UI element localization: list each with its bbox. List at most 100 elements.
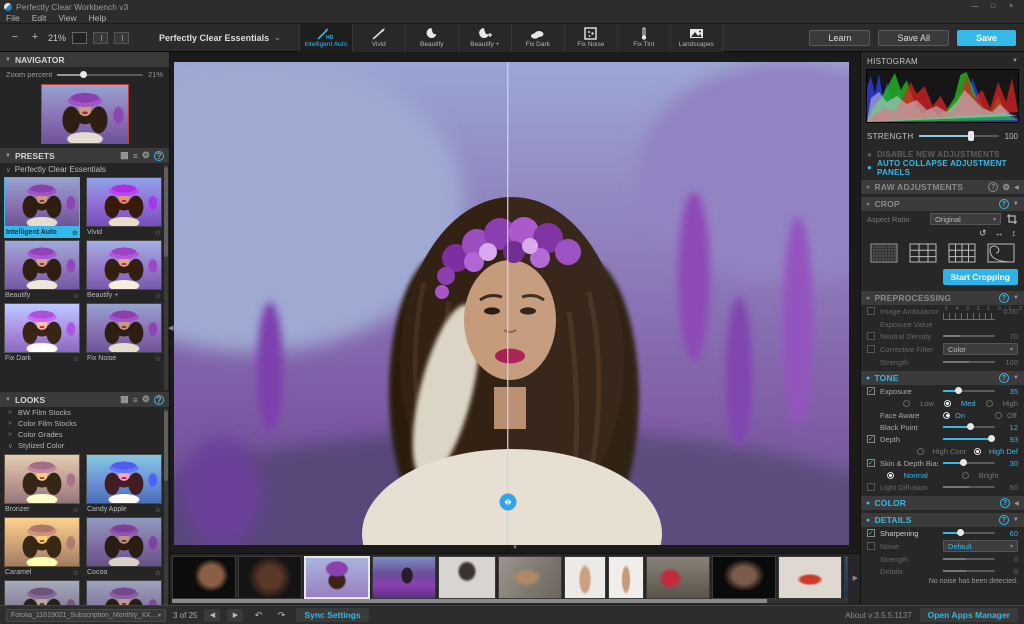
auto-collapse-panels[interactable]: AUTO COLLAPSE ADJUSTMENT PANELS: [877, 159, 1018, 177]
list-view-icon[interactable]: ≡: [133, 395, 138, 405]
undo-button[interactable]: ↶: [250, 609, 266, 622]
quick-preset-vivid[interactable]: Vivid: [352, 24, 405, 52]
menu-view[interactable]: View: [58, 13, 76, 23]
collapse-icon[interactable]: ▼: [1013, 201, 1019, 207]
collapse-icon[interactable]: ▼: [1012, 58, 1018, 64]
navigator-thumbnail[interactable]: [41, 84, 129, 144]
grid-overlay-spiral-button[interactable]: [986, 242, 1016, 264]
gear-icon[interactable]: ⚙: [142, 150, 150, 161]
light-diffusion-slider[interactable]: [943, 486, 995, 488]
preset-beautify-plus[interactable]: Beautify +☆: [86, 240, 162, 301]
help-icon[interactable]: ?: [999, 293, 1009, 303]
star-icon[interactable]: ☆: [73, 569, 79, 577]
photo-preview[interactable]: [174, 62, 849, 545]
filmstrip-scrollbar[interactable]: [172, 599, 848, 603]
aspect-ratio-dropdown[interactable]: Original ▾: [930, 213, 1001, 225]
star-icon[interactable]: ☆: [155, 506, 161, 514]
rotate-icon[interactable]: ↺: [979, 228, 987, 239]
start-cropping-button[interactable]: Start Cropping: [943, 269, 1019, 285]
menu-help[interactable]: Help: [89, 13, 106, 23]
exposure-low-radio[interactable]: [903, 400, 910, 407]
star-icon[interactable]: ☆: [155, 229, 161, 237]
close-button[interactable]: ×: [1002, 1, 1020, 12]
depth-checkbox[interactable]: ✓: [867, 435, 875, 443]
light-diffusion-checkbox[interactable]: [867, 483, 875, 491]
learn-button[interactable]: Learn: [809, 30, 870, 46]
filmstrip-thumbnail[interactable]: [608, 556, 644, 599]
open-apps-manager-button[interactable]: Open Apps Manager: [920, 608, 1018, 622]
color-header[interactable]: ● COLOR ? ◀: [861, 496, 1024, 510]
exposure-med-radio[interactable]: [944, 400, 951, 407]
view-sidebyside-button[interactable]: [114, 32, 129, 44]
bullet-icon[interactable]: ●: [867, 150, 872, 159]
star-icon[interactable]: ☆: [73, 355, 79, 363]
filmstrip-marker-icon[interactable]: ▼: [512, 545, 518, 551]
bright-radio[interactable]: [962, 472, 969, 479]
help-icon[interactable]: ?: [988, 182, 998, 192]
details-header[interactable]: ● DETAILS ? ▼: [861, 513, 1024, 527]
preset-fix-dark[interactable]: Fix Dark☆: [4, 303, 80, 364]
quick-preset-fix-dark[interactable]: Fix Dark: [511, 24, 564, 52]
look-bronzer[interactable]: Bronzer☆: [4, 454, 80, 515]
details-strength-slider[interactable]: [943, 558, 995, 560]
preprocessing-strength-slider[interactable]: [943, 361, 995, 363]
collapse-icon[interactable]: ▼: [1013, 295, 1019, 301]
skin-depth-bias-slider[interactable]: [943, 462, 995, 464]
exposure-slider[interactable]: [943, 390, 995, 392]
filmstrip-thumbnail[interactable]: [238, 556, 302, 599]
grid-overlay-grid-button[interactable]: [947, 242, 977, 264]
looks-group-colorgrades[interactable]: >Color Grades: [0, 429, 169, 440]
crop-icon[interactable]: [1006, 213, 1018, 225]
flip-horizontal-icon[interactable]: ↔: [995, 228, 1004, 239]
save-all-button[interactable]: Save All: [878, 30, 949, 46]
black-point-slider[interactable]: [943, 426, 995, 428]
filmstrip-thumbnail[interactable]: [712, 556, 776, 599]
filmstrip-thumbnail[interactable]: [372, 556, 436, 599]
face-aware-on-radio[interactable]: [943, 412, 950, 419]
depth-slider[interactable]: [943, 438, 995, 440]
looks-group-bw[interactable]: >BW Film Stocks: [0, 407, 169, 418]
filmstrip-thumbnail[interactable]: [172, 556, 236, 599]
star-icon[interactable]: ☆: [155, 569, 161, 577]
redo-button[interactable]: ↷: [273, 609, 289, 622]
maximize-button[interactable]: □: [984, 1, 1002, 12]
gear-icon[interactable]: ⚙: [142, 394, 150, 405]
sharpening-slider[interactable]: [943, 532, 995, 534]
skin-depth-bias-checkbox[interactable]: ✓: [867, 459, 875, 467]
quick-preset-fix-tint[interactable]: Fix Tint: [617, 24, 670, 52]
details-details-slider[interactable]: [943, 570, 995, 572]
preset-vivid[interactable]: Vivid☆: [86, 177, 162, 238]
looks-group-colorfilm[interactable]: >Color Film Stocks: [0, 418, 169, 429]
grid-overlay-thirds-button[interactable]: [908, 242, 938, 264]
flip-vertical-icon[interactable]: ↕: [1012, 228, 1017, 239]
grid-view-icon[interactable]: ▦: [120, 150, 129, 161]
grid-view-icon[interactable]: ▦: [120, 394, 129, 405]
tone-header[interactable]: ● TONE ? ▼: [861, 371, 1024, 385]
navigator-header[interactable]: ▼ NAVIGATOR: [0, 52, 169, 67]
high-def-radio[interactable]: [974, 448, 981, 455]
star-icon[interactable]: ☆: [73, 506, 79, 514]
exposure-high-radio[interactable]: [986, 400, 993, 407]
help-icon[interactable]: ?: [1000, 498, 1010, 508]
help-icon[interactable]: ?: [154, 395, 164, 405]
help-icon[interactable]: ?: [999, 515, 1009, 525]
collapse-icon[interactable]: ▼: [1013, 375, 1019, 381]
next-image-button[interactable]: ▶: [227, 609, 243, 622]
filmstrip-next-icon[interactable]: ▶: [853, 574, 858, 582]
menu-edit[interactable]: Edit: [32, 13, 47, 23]
look-caramel[interactable]: Caramel☆: [4, 517, 80, 578]
corrective-filter-checkbox[interactable]: [867, 345, 875, 353]
save-button[interactable]: Save: [957, 30, 1016, 46]
looks-group-stylized[interactable]: ∨Stylized Color: [0, 440, 169, 451]
expand-icon[interactable]: ◀: [1014, 184, 1019, 191]
sync-settings-button[interactable]: Sync Settings: [296, 608, 368, 622]
noise-checkbox[interactable]: [867, 542, 875, 550]
view-single-button[interactable]: [72, 32, 87, 44]
help-icon[interactable]: ?: [154, 151, 164, 161]
corrective-filter-dropdown[interactable]: Color ▾: [943, 343, 1018, 355]
raw-adjustments-header[interactable]: ● RAW ADJUSTMENTS ? ⚙ ◀: [861, 180, 1024, 194]
strength-slider[interactable]: [919, 135, 998, 137]
help-icon[interactable]: ?: [999, 199, 1009, 209]
minimize-button[interactable]: —: [966, 1, 984, 12]
star-icon[interactable]: ☆: [73, 292, 79, 300]
